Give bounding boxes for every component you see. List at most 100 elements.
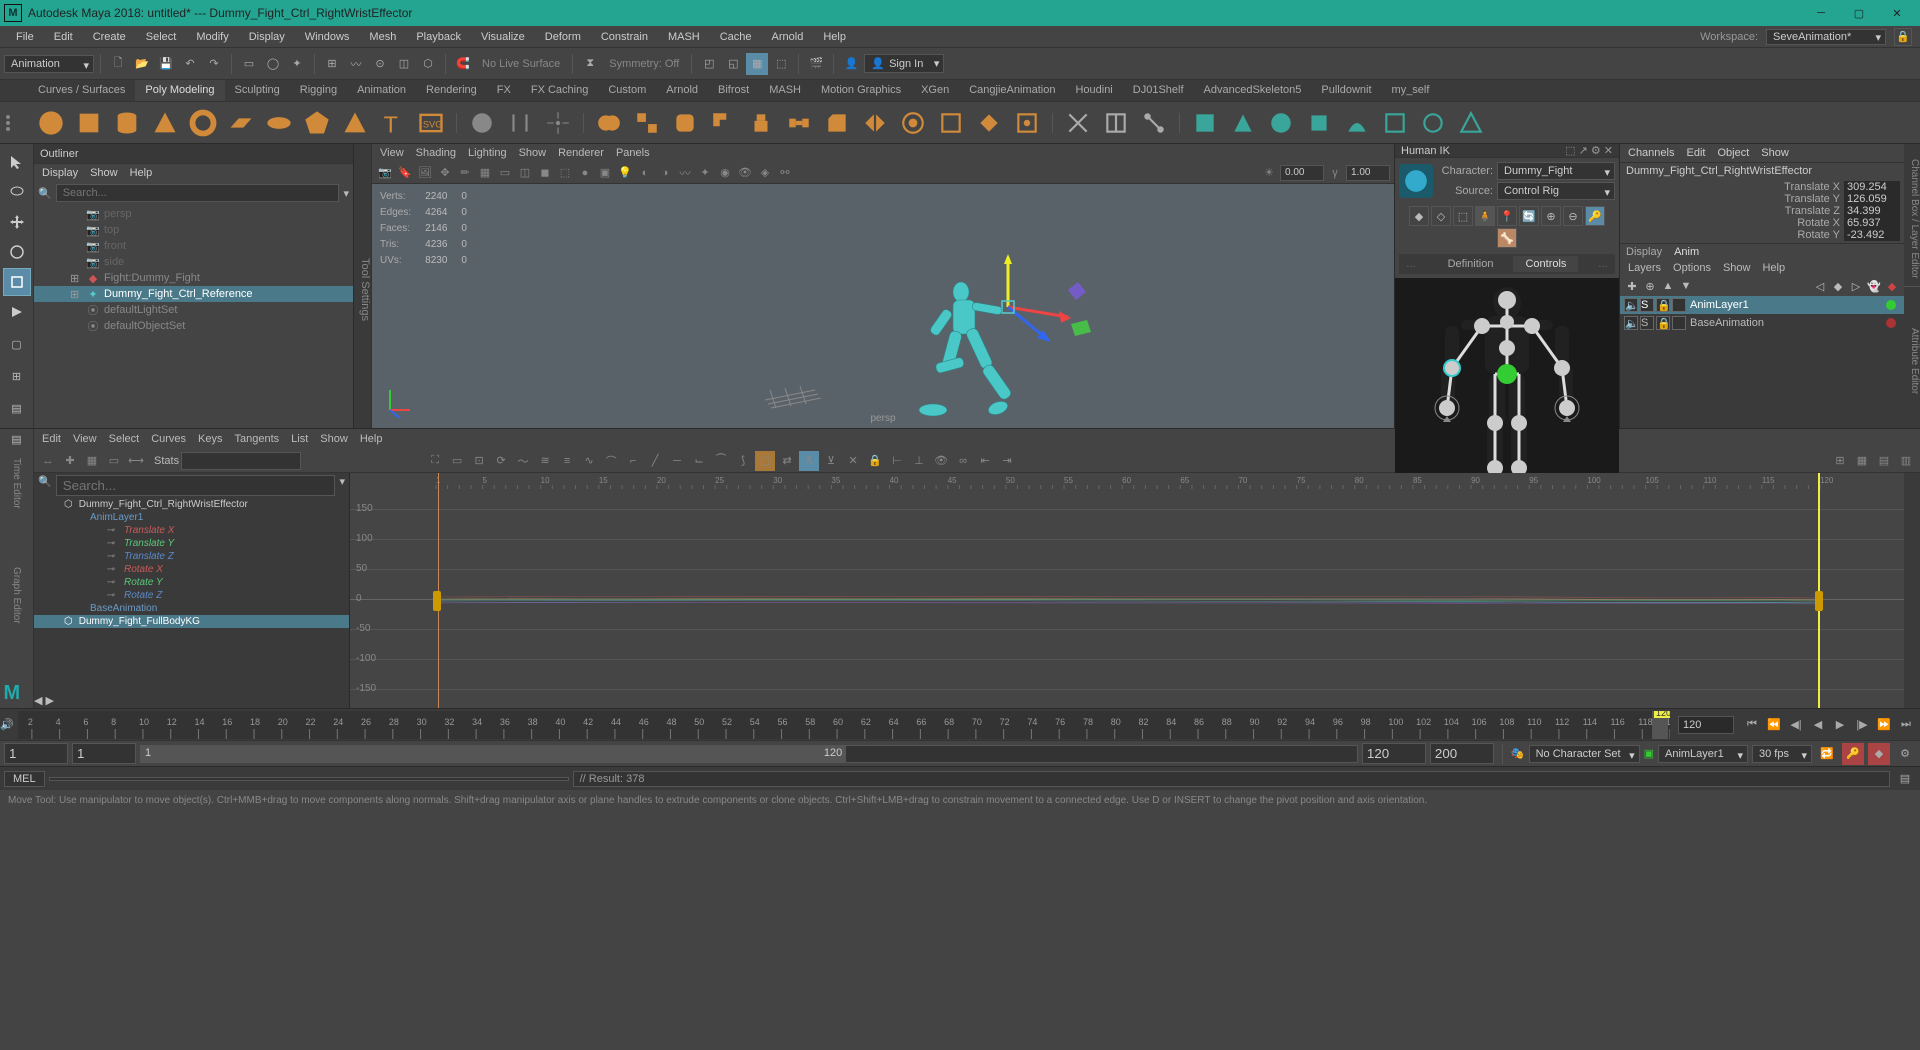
separate-icon[interactable] bbox=[630, 106, 664, 140]
shelf-tab-sculpting[interactable]: Sculpting bbox=[225, 80, 290, 101]
ge-attr-ry[interactable]: ⊸Rotate Y bbox=[34, 576, 349, 589]
ge-menu-edit[interactable]: Edit bbox=[42, 433, 61, 445]
menu-select[interactable]: Select bbox=[138, 29, 185, 45]
insert-edge-icon[interactable] bbox=[1099, 106, 1133, 140]
script-editor-icon[interactable]: ▤ bbox=[1894, 768, 1916, 790]
paint-select-icon[interactable]: ✦ bbox=[286, 53, 308, 75]
hik-stance-icon[interactable]: 🧍 bbox=[1475, 206, 1495, 226]
vp-isolate-icon[interactable]: 👁 bbox=[736, 164, 754, 182]
lasso-tool-icon[interactable] bbox=[3, 178, 31, 206]
snap-grid-icon[interactable]: ⊞ bbox=[321, 53, 343, 75]
connect-icon[interactable] bbox=[1137, 106, 1171, 140]
smooth-icon[interactable] bbox=[668, 106, 702, 140]
outliner-item-front[interactable]: 📷front bbox=[34, 238, 353, 254]
render-icon[interactable]: 🎬 bbox=[805, 53, 827, 75]
vp-exposure-value[interactable] bbox=[1280, 165, 1324, 181]
shelf-tab-curves[interactable]: Curves / Surfaces bbox=[28, 80, 135, 101]
tool-settings-tab[interactable]: Tool Settings bbox=[354, 144, 372, 428]
snap-together-icon[interactable] bbox=[503, 106, 537, 140]
ge-classic-toolbar-icon[interactable]: ⊞ bbox=[1830, 451, 1850, 471]
vp-shadows-icon[interactable]: ◐ bbox=[636, 164, 654, 182]
ge-lattice-icon[interactable]: ▦ bbox=[82, 451, 102, 471]
ge-toolbar-opt2-icon[interactable]: ▤ bbox=[1874, 451, 1894, 471]
ch-tab-edit[interactable]: Edit bbox=[1686, 147, 1705, 159]
ge-normalize-icon[interactable]: 〜 bbox=[513, 451, 533, 471]
shelf-options-icon[interactable] bbox=[6, 105, 26, 141]
vp-smooth-shade-icon[interactable]: ● bbox=[576, 164, 594, 182]
ge-outliner-scrollbar[interactable]: ◀ ▶ bbox=[34, 694, 349, 708]
snap-curve-icon[interactable]: 〰 bbox=[345, 53, 367, 75]
vp-resolution-gate-icon[interactable]: ◫ bbox=[516, 164, 534, 182]
range-handle[interactable]: 1 120 bbox=[141, 746, 846, 762]
ge-auto-frame-icon[interactable]: ⟳ bbox=[491, 451, 511, 471]
shelf-tab-polymodeling[interactable]: Poly Modeling bbox=[135, 80, 224, 101]
outliner-menu-display[interactable]: Display bbox=[42, 167, 78, 179]
signin-dropdown[interactable]: 👤Sign In bbox=[864, 54, 944, 73]
last-tool-icon[interactable] bbox=[3, 298, 31, 326]
menu-cache[interactable]: Cache bbox=[712, 29, 760, 45]
ge-attr-tx[interactable]: ⊸Translate X bbox=[34, 524, 349, 537]
graph-editor-label[interactable]: Graph Editor bbox=[11, 567, 22, 624]
ge-free-tangent-icon[interactable]: ✕ bbox=[843, 451, 863, 471]
hik-skeleton-figure[interactable] bbox=[1417, 278, 1597, 488]
ge-pre-infinity-icon[interactable]: ⇤ bbox=[975, 451, 995, 471]
attr-tx-label[interactable]: Translate X bbox=[1624, 181, 1840, 193]
hik-tab-controls[interactable]: Controls bbox=[1513, 256, 1578, 272]
al-key-icon[interactable]: ◆ bbox=[1884, 278, 1900, 294]
snap-point-icon[interactable]: ⊙ bbox=[369, 53, 391, 75]
outliner-item-objectset[interactable]: ⦿defaultObjectSet bbox=[34, 318, 353, 334]
shelf-tab-cangjie[interactable]: CangjieAnimation bbox=[959, 80, 1065, 101]
workspace-dropdown[interactable]: SeveAnimation* bbox=[1766, 29, 1886, 45]
crease-icon[interactable] bbox=[1226, 106, 1260, 140]
isolate-icon[interactable]: ◰ bbox=[698, 53, 720, 75]
ge-fullbodykg-item[interactable]: ⬡Dummy_Fight_FullBodyKG bbox=[34, 615, 349, 628]
hik-pin-both-icon[interactable]: ⊕ bbox=[1541, 206, 1561, 226]
anim-curves[interactable] bbox=[436, 589, 1820, 613]
vp-lights-icon[interactable]: 💡 bbox=[616, 164, 634, 182]
fps-dropdown[interactable]: 30 fps bbox=[1752, 745, 1812, 763]
al-menu-options[interactable]: Options bbox=[1673, 262, 1711, 274]
anim-layer-item[interactable]: 🔈S🔒 BaseAnimation bbox=[1620, 314, 1904, 332]
al-ghost-toggle[interactable] bbox=[1672, 316, 1686, 330]
ge-menu-tangents[interactable]: Tangents bbox=[235, 433, 280, 445]
al-down-icon[interactable]: ▼ bbox=[1678, 278, 1694, 294]
hik-fullbody-icon[interactable]: ◆ bbox=[1409, 206, 1429, 226]
toggle-grid-icon[interactable]: ▦ bbox=[746, 53, 768, 75]
symmetry-icon[interactable]: ⧗ bbox=[579, 53, 601, 75]
boolean-icon[interactable] bbox=[706, 106, 740, 140]
ge-menu-view[interactable]: View bbox=[73, 433, 97, 445]
poly-cylinder-icon[interactable] bbox=[110, 106, 144, 140]
al-solo-toggle[interactable]: S bbox=[1640, 298, 1654, 312]
poly-disc-icon[interactable] bbox=[262, 106, 296, 140]
channel-node-name[interactable]: Dummy_Fight_Ctrl_RightWristEffector bbox=[1620, 163, 1904, 179]
vp-motion-blur-icon[interactable]: 〰 bbox=[676, 164, 694, 182]
attr-ry-label[interactable]: Rotate Y bbox=[1624, 229, 1840, 241]
ge-toolbar-opt1-icon[interactable]: ▦ bbox=[1852, 451, 1872, 471]
multi-cut-icon[interactable] bbox=[1061, 106, 1095, 140]
set-key-icon[interactable]: ◆ bbox=[1868, 743, 1890, 765]
al-weight-zero-icon[interactable]: ◁ bbox=[1812, 278, 1828, 294]
wedge-icon[interactable] bbox=[1340, 106, 1374, 140]
search-dropdown-icon[interactable]: ▾ bbox=[339, 475, 345, 496]
ge-break-tangent-icon[interactable]: ⊼ bbox=[799, 451, 819, 471]
ge-time-snap-icon[interactable]: ⊢ bbox=[887, 451, 907, 471]
snap-live-icon[interactable]: ⬡ bbox=[417, 53, 439, 75]
time-editor-tab-icon[interactable]: ▤ bbox=[11, 433, 21, 446]
current-time-marker[interactable]: 120 bbox=[1652, 711, 1668, 739]
time-ruler[interactable]: 2468101214161820222426283032343638404244… bbox=[18, 711, 1670, 739]
shelf-tab-advancedskeleton[interactable]: AdvancedSkeleton5 bbox=[1194, 80, 1312, 101]
vp-menu-view[interactable]: View bbox=[380, 147, 404, 159]
hik-tab-definition[interactable]: Definition bbox=[1436, 256, 1506, 272]
character-mesh[interactable] bbox=[903, 252, 1123, 428]
vp-xray-joints-icon[interactable]: ⚯ bbox=[776, 164, 794, 182]
layout-single-icon[interactable]: ▢ bbox=[3, 330, 31, 358]
character-set-dropdown[interactable]: No Character Set bbox=[1529, 745, 1640, 763]
loop-icon[interactable]: 🔁 bbox=[1816, 743, 1838, 765]
shelf-tab-myself[interactable]: my_self bbox=[1382, 80, 1440, 101]
ge-center-icon[interactable]: ⊡ bbox=[469, 451, 489, 471]
menu-visualize[interactable]: Visualize bbox=[473, 29, 533, 45]
layout-four-icon[interactable]: ⊞ bbox=[3, 362, 31, 390]
vp-bookmark-icon[interactable]: 🔖 bbox=[396, 164, 414, 182]
ge-menu-show[interactable]: Show bbox=[320, 433, 348, 445]
open-scene-icon[interactable]: 📂 bbox=[131, 53, 153, 75]
